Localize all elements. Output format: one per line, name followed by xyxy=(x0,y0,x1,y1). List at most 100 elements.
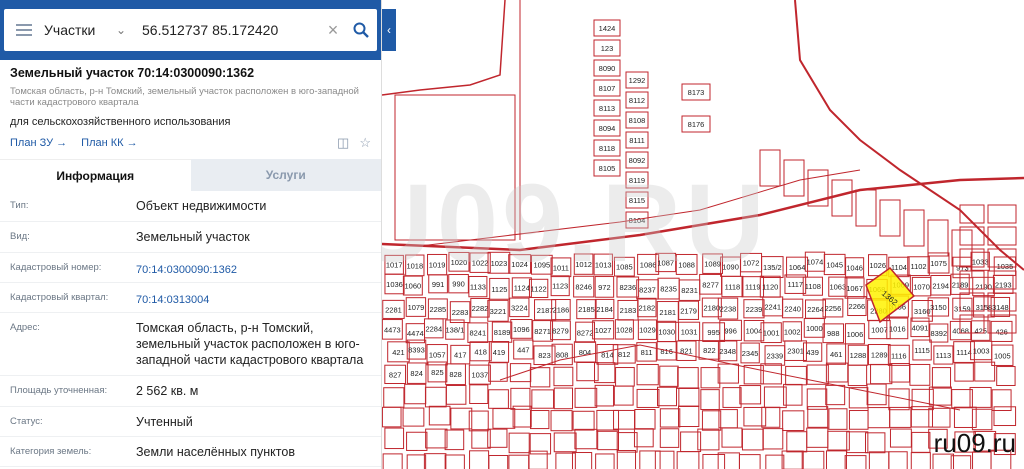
parcel[interactable] xyxy=(828,408,848,430)
parcel[interactable] xyxy=(381,406,402,428)
parcel[interactable] xyxy=(488,389,509,409)
parcel[interactable] xyxy=(574,428,598,450)
favorite-star-icon[interactable]: ☆ xyxy=(359,135,371,151)
parcel[interactable] xyxy=(827,430,850,451)
plan-zu-link[interactable]: План ЗУ → xyxy=(10,137,67,149)
parcel[interactable] xyxy=(595,453,615,469)
parcel[interactable] xyxy=(450,407,473,430)
parcel[interactable] xyxy=(613,409,636,430)
parcel[interactable] xyxy=(531,389,555,409)
parcel[interactable] xyxy=(678,387,700,407)
parcel[interactable] xyxy=(508,454,530,469)
tab-services[interactable]: Услуги xyxy=(190,159,381,191)
parcel[interactable] xyxy=(844,455,867,469)
parcel[interactable] xyxy=(987,204,1017,224)
zoom-to-parcel-icon[interactable]: ◫ xyxy=(337,135,349,151)
parcel[interactable] xyxy=(700,367,721,389)
parcel[interactable] xyxy=(636,363,659,386)
parcel[interactable] xyxy=(469,384,489,404)
parcel[interactable] xyxy=(806,427,829,448)
cadastral-number-link[interactable]: 70:14:0300090:1362 xyxy=(128,253,381,282)
parcel[interactable] xyxy=(868,451,890,469)
parcel[interactable] xyxy=(991,389,1012,412)
parcel[interactable] xyxy=(870,363,893,385)
parcel[interactable] xyxy=(594,362,616,384)
parcel[interactable] xyxy=(529,367,551,388)
parcel[interactable] xyxy=(701,410,722,431)
parcel[interactable] xyxy=(825,362,849,383)
parcel[interactable] xyxy=(782,410,805,432)
parcel[interactable] xyxy=(889,428,912,448)
search-input[interactable]: 56.512737 85.172420 xyxy=(136,22,321,38)
parcel[interactable] xyxy=(634,408,656,430)
parcel[interactable] xyxy=(865,432,886,454)
parcel[interactable] xyxy=(889,363,911,383)
parcel[interactable] xyxy=(639,450,661,469)
parcel[interactable] xyxy=(550,410,573,432)
parcel[interactable] xyxy=(636,388,660,408)
parcel[interactable] xyxy=(597,429,619,451)
parcel[interactable] xyxy=(574,387,598,408)
parcel[interactable] xyxy=(867,407,891,429)
parcel[interactable] xyxy=(931,367,952,389)
clear-icon[interactable]: × xyxy=(321,20,345,41)
parcel[interactable] xyxy=(739,385,762,405)
chevron-down-icon[interactable]: ⌄ xyxy=(116,23,136,37)
parcel[interactable] xyxy=(659,365,679,387)
parcel[interactable] xyxy=(425,428,448,449)
parcel[interactable] xyxy=(383,387,405,408)
plan-kk-link[interactable]: План КК → xyxy=(81,137,137,149)
parcel[interactable] xyxy=(702,453,726,469)
parcel[interactable] xyxy=(444,454,465,469)
parcel[interactable] xyxy=(717,363,739,384)
parcel[interactable] xyxy=(825,384,846,406)
parcel[interactable] xyxy=(402,407,425,427)
parcel[interactable] xyxy=(657,386,678,407)
hamburger-menu-icon[interactable] xyxy=(4,9,44,51)
parcel[interactable] xyxy=(831,179,853,217)
parcel[interactable] xyxy=(825,450,847,469)
parcel[interactable] xyxy=(909,363,931,386)
parcel[interactable] xyxy=(781,450,804,469)
parcel[interactable] xyxy=(444,429,465,451)
parcel[interactable] xyxy=(382,453,403,469)
parcel[interactable] xyxy=(469,450,490,469)
parcel[interactable] xyxy=(406,431,428,451)
parcel[interactable] xyxy=(594,384,615,407)
parcel[interactable] xyxy=(654,450,675,469)
parcel[interactable] xyxy=(492,408,516,429)
parcel[interactable] xyxy=(761,406,781,428)
parcel[interactable] xyxy=(529,410,550,430)
parcel[interactable] xyxy=(553,366,574,387)
parcel[interactable] xyxy=(996,366,1016,386)
parcel[interactable] xyxy=(384,427,405,450)
parcel[interactable] xyxy=(783,159,805,197)
parcel[interactable] xyxy=(971,408,993,431)
parcel[interactable] xyxy=(615,367,635,387)
parcel[interactable] xyxy=(721,427,743,448)
search-button[interactable] xyxy=(345,9,377,51)
parcel[interactable] xyxy=(508,432,530,454)
parcel[interactable] xyxy=(855,189,877,227)
parcel[interactable] xyxy=(848,410,869,430)
parcel[interactable] xyxy=(677,367,699,389)
parcel[interactable] xyxy=(846,431,869,454)
parcel[interactable] xyxy=(993,406,1017,427)
parcel[interactable] xyxy=(888,451,908,469)
parcel[interactable] xyxy=(553,432,577,453)
parcel[interactable] xyxy=(700,389,720,411)
parcel[interactable] xyxy=(572,410,595,431)
parcel[interactable] xyxy=(743,406,767,427)
parcel[interactable] xyxy=(847,364,868,387)
parcel[interactable] xyxy=(423,453,447,469)
parcel[interactable] xyxy=(910,452,931,469)
parcel[interactable] xyxy=(428,405,451,426)
parcel[interactable] xyxy=(424,386,447,408)
parcel[interactable] xyxy=(762,428,784,450)
parcel[interactable] xyxy=(738,454,761,469)
parcel[interactable] xyxy=(616,449,637,469)
parcel[interactable] xyxy=(951,389,973,409)
parcel[interactable] xyxy=(659,408,681,428)
parcel[interactable] xyxy=(553,387,574,410)
parcel[interactable] xyxy=(717,452,740,469)
